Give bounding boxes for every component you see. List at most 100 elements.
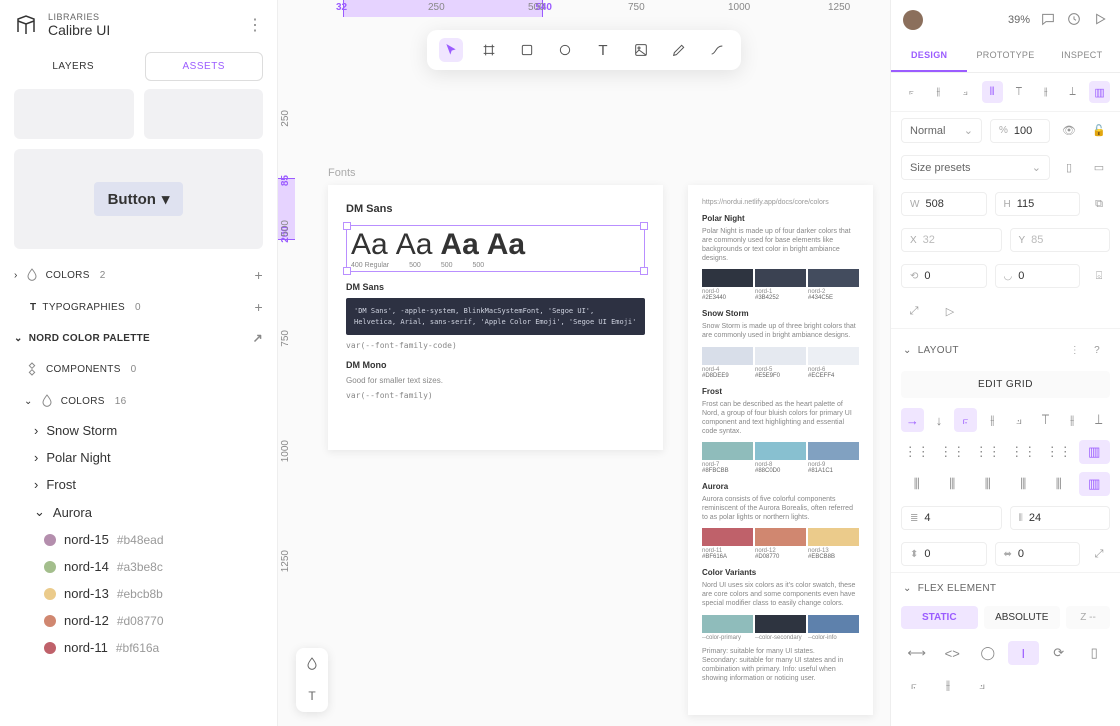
color-group[interactable]: ›Polar Night	[10, 444, 277, 471]
tab-design[interactable]: DESIGN	[891, 40, 967, 72]
justify-center[interactable]: ⫲	[1061, 408, 1084, 432]
external-icon[interactable]: ↗	[253, 331, 263, 345]
visibility-icon[interactable]: 👁	[1058, 120, 1080, 142]
clip-icon[interactable]: ▷	[939, 300, 961, 322]
opacity-field[interactable]: %	[990, 119, 1050, 143]
size-presets-select[interactable]: Size presets⌄	[901, 155, 1050, 180]
wrap-6[interactable]: ▥	[1079, 440, 1111, 464]
more-icon[interactable]: ⋮	[1070, 345, 1080, 356]
layout-section-header[interactable]: ⌄LAYOUT ⋮ ?	[891, 328, 1120, 365]
corners-icon[interactable]: ⌺	[1088, 265, 1110, 287]
asset-thumb[interactable]	[144, 89, 264, 139]
section-typographies[interactable]: T TYPOGRAPHIES0 +	[0, 291, 277, 323]
color-group[interactable]: ›Snow Storm	[10, 417, 277, 444]
tool-rectangle[interactable]	[515, 38, 539, 62]
wrap-3[interactable]: ⋮⋮	[972, 440, 1004, 464]
x-field[interactable]: X	[901, 228, 1002, 252]
flex-v-fill[interactable]: ⟳	[1043, 641, 1075, 665]
position-static[interactable]: STATIC	[901, 606, 978, 629]
wrap-2[interactable]: ⋮⋮	[937, 440, 969, 464]
rotation-field[interactable]: ⟲	[901, 264, 987, 288]
dist-6[interactable]: ▥	[1079, 472, 1111, 496]
tab-inspect[interactable]: INSPECT	[1044, 40, 1120, 72]
color-item[interactable]: nord-14#a3be8c	[10, 553, 277, 580]
resize-icon[interactable]: ⤢	[903, 300, 925, 322]
dir-row[interactable]: →	[901, 408, 924, 432]
align-middle[interactable]: ⫲	[1035, 81, 1056, 103]
color-item[interactable]: nord-13#ebcb8b	[10, 580, 277, 607]
text-tool[interactable]: T	[296, 680, 328, 712]
section-components[interactable]: COMPONENTS0	[10, 353, 277, 385]
color-group[interactable]: ›Frost	[10, 471, 277, 498]
artboard-colors[interactable]: Colors https://nordui.netlify.app/docs/c…	[688, 185, 873, 715]
color-picker-tool[interactable]	[296, 648, 328, 680]
history-icon[interactable]	[1066, 11, 1082, 30]
wrap-1[interactable]: ⋮⋮	[901, 440, 933, 464]
asset-thumb-button[interactable]: Button▾	[14, 149, 263, 249]
section-colors[interactable]: › COLORS2 +	[0, 259, 277, 291]
asset-thumb[interactable]	[14, 89, 134, 139]
comment-icon[interactable]	[1040, 11, 1056, 30]
gap-col-field[interactable]: ⦀	[1010, 506, 1111, 530]
align-start[interactable]: ⟔	[954, 408, 977, 432]
tool-ellipse[interactable]	[553, 38, 577, 62]
tool-text[interactable]: T	[591, 38, 615, 62]
play-icon[interactable]	[1092, 11, 1108, 30]
flex-h-fill[interactable]: ⟷	[901, 641, 933, 665]
pad-v-field[interactable]: ⬍	[901, 542, 987, 566]
dir-col[interactable]: ↓	[928, 408, 951, 432]
color-item[interactable]: nord-11#bf616a	[10, 634, 277, 661]
justify-end[interactable]: ⟘	[1087, 408, 1110, 432]
help-icon[interactable]: ?	[1086, 339, 1108, 361]
flex-v-hug[interactable]: ▯	[1079, 641, 1111, 665]
flex-h-fixed[interactable]: ◯	[972, 641, 1004, 665]
align-self-center[interactable]: ⫲	[935, 673, 961, 697]
lock-icon[interactable]: 🔓	[1088, 120, 1110, 142]
dist-4[interactable]: ⫼	[1008, 472, 1040, 496]
tab-assets[interactable]: ASSETS	[145, 52, 264, 81]
tool-path[interactable]	[705, 38, 729, 62]
artboard-fonts[interactable]: Fonts DM Sans AaAaAaAa 400 Regular500500…	[328, 185, 663, 450]
y-field[interactable]: Y	[1010, 228, 1111, 252]
dist-5[interactable]: ⫼	[1043, 472, 1075, 496]
color-item[interactable]: nord-15#b48ead	[10, 526, 277, 553]
section-nord-palette[interactable]: ⌄ NORD COLOR PALETTE ↗	[0, 323, 277, 353]
dist-2[interactable]: ⫼	[937, 472, 969, 496]
align-center-h[interactable]: ⫲	[928, 81, 949, 103]
height-field[interactable]: H	[995, 192, 1081, 216]
zoom-level[interactable]: 39%	[1008, 14, 1030, 26]
justify-start[interactable]: ⟙	[1034, 408, 1057, 432]
z-index[interactable]: Z --	[1066, 606, 1110, 629]
more-icon[interactable]: ⋮	[247, 15, 263, 35]
flex-h-hug[interactable]: <>	[937, 641, 969, 665]
canvas[interactable]: 32 540 25050075010001250 85 200 25050075…	[278, 0, 890, 726]
width-field[interactable]: W	[901, 192, 987, 216]
tool-pen[interactable]	[667, 38, 691, 62]
align-right[interactable]: ⟓	[955, 81, 976, 103]
section-colors-16[interactable]: ⌄ COLORS16	[10, 385, 277, 417]
dist-3[interactable]: ⫼	[972, 472, 1004, 496]
flex-text[interactable]: I	[1008, 641, 1040, 665]
tab-prototype[interactable]: PROTOTYPE	[967, 40, 1043, 72]
align-top[interactable]: ⟙	[1009, 81, 1030, 103]
align-self-start[interactable]: ⟔	[901, 673, 927, 697]
tool-frame[interactable]	[477, 38, 501, 62]
link-wh-icon[interactable]: ⧉	[1088, 193, 1110, 215]
align-left[interactable]: ⟔	[901, 81, 922, 103]
color-item[interactable]: nord-12#d08770	[10, 607, 277, 634]
gap-row-field[interactable]: ≣	[901, 506, 1002, 530]
tool-image[interactable]	[629, 38, 653, 62]
radius-field[interactable]: ◡	[995, 264, 1081, 288]
position-absolute[interactable]: ABSOLUTE	[984, 606, 1061, 629]
portrait-icon[interactable]: ▯	[1058, 157, 1080, 179]
tool-select[interactable]	[439, 38, 463, 62]
add-icon[interactable]: +	[255, 267, 263, 283]
pad-expand-icon[interactable]: ⤢	[1088, 543, 1110, 565]
avatar[interactable]	[903, 10, 923, 30]
wrap-4[interactable]: ⋮⋮	[1008, 440, 1040, 464]
align-self-end[interactable]: ⟓	[969, 673, 995, 697]
selection-box[interactable]: AaAaAaAa 400 Regular500500500	[346, 225, 645, 272]
color-group[interactable]: ⌄Aurora	[10, 498, 277, 526]
align-bottom[interactable]: ⟘	[1062, 81, 1083, 103]
wrap-5[interactable]: ⋮⋮	[1043, 440, 1075, 464]
